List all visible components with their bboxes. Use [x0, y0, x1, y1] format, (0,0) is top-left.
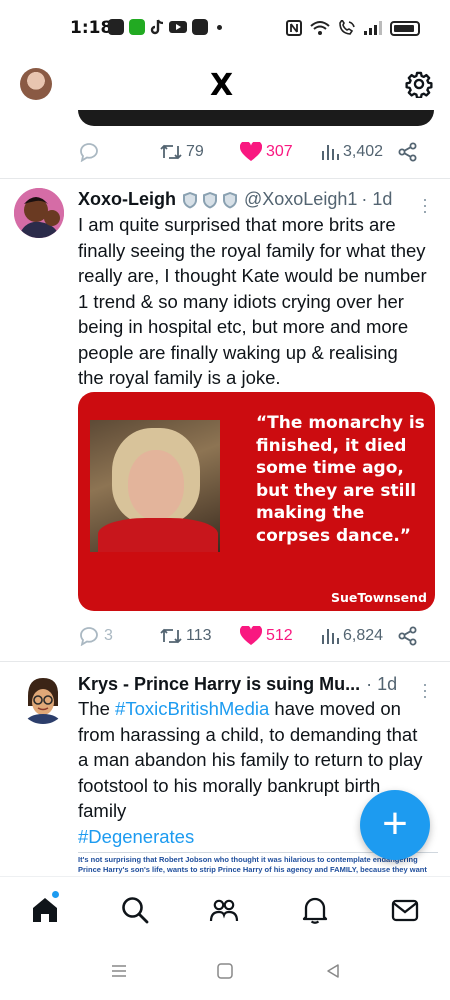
- status-time: 1:18: [70, 18, 113, 38]
- reply-count: 3: [104, 627, 113, 644]
- wifi-call-icon: [339, 20, 355, 35]
- like-button[interactable]: 307: [240, 142, 293, 162]
- shield-icon: [223, 191, 237, 208]
- app-icon: [192, 19, 208, 35]
- handle[interactable]: @XoxoLeigh1: [244, 189, 357, 210]
- status-bar: 1:18: [0, 0, 450, 56]
- search-icon[interactable]: [120, 895, 150, 925]
- views-count: 3,402: [343, 143, 384, 160]
- share-icon: [398, 626, 417, 646]
- tiktok-icon: [150, 19, 164, 35]
- heart-icon: [240, 626, 262, 645]
- avatar-illustration: [14, 188, 64, 238]
- communities-icon[interactable]: [209, 895, 239, 925]
- compose-button[interactable]: +: [360, 790, 430, 860]
- views-count: 6,824: [343, 627, 384, 644]
- system-nav-bar: [0, 942, 450, 1000]
- like-count: 307: [266, 143, 293, 160]
- app-header: X: [0, 56, 450, 114]
- notification-dot: [52, 891, 59, 898]
- heart-icon: [240, 142, 262, 161]
- divider: [0, 178, 450, 179]
- share-button[interactable]: [398, 626, 418, 646]
- youtube-icon: [169, 21, 187, 33]
- tweet-header: Krys - Prince Harry is suing Mu... · 1d: [78, 674, 397, 695]
- display-name[interactable]: Xoxo-Leigh: [78, 189, 176, 210]
- views-icon: [322, 629, 339, 644]
- wifi-icon: [310, 21, 330, 35]
- previous-tweet-media[interactable]: [78, 110, 434, 126]
- tweet-text-part: The: [78, 698, 116, 719]
- avatar[interactable]: [14, 188, 64, 238]
- reply-button[interactable]: 3: [78, 626, 113, 646]
- hashtag-link[interactable]: #ToxicBritishMedia: [115, 698, 269, 719]
- reply-button[interactable]: [78, 142, 104, 162]
- messenger-icon: [108, 19, 124, 35]
- timestamp: · 1d: [366, 674, 398, 694]
- x-logo[interactable]: X: [210, 68, 233, 103]
- views-button[interactable]: 3,402: [321, 143, 383, 161]
- quote-text: “The monarchy is finished, it died some …: [256, 413, 425, 546]
- battery-icon: [390, 20, 420, 36]
- shield-icon: [183, 191, 197, 208]
- tweet-header: Xoxo-Leigh @XoxoLeigh1 · 1d: [78, 189, 392, 210]
- retweet-button[interactable]: 113: [160, 627, 212, 645]
- share-icon: [398, 142, 417, 162]
- profile-avatar[interactable]: [20, 68, 52, 100]
- retweet-button[interactable]: 79: [160, 143, 204, 161]
- reply-icon: [80, 627, 98, 646]
- like-count: 512: [266, 627, 293, 644]
- retweet-count: 113: [186, 627, 212, 644]
- home-button-icon[interactable]: [216, 962, 234, 980]
- messages-icon[interactable]: [390, 895, 420, 925]
- quote-author: SueTownsend: [330, 590, 427, 605]
- system-icons: [286, 20, 420, 36]
- bottom-nav: [0, 876, 450, 942]
- back-icon[interactable]: [324, 962, 342, 980]
- reply-icon: [80, 143, 98, 162]
- shield-icon: [203, 191, 217, 208]
- nfc-icon: [286, 20, 302, 36]
- tweet-media-image[interactable]: “The monarchy is finished, it died some …: [78, 392, 435, 611]
- gear-icon[interactable]: [405, 70, 433, 98]
- avatar[interactable]: [18, 674, 68, 724]
- recent-apps-icon[interactable]: [110, 962, 128, 980]
- retweet-icon: [160, 144, 182, 160]
- wechat-icon: [129, 19, 145, 35]
- display-name[interactable]: Krys - Prince Harry is suing Mu...: [78, 674, 360, 695]
- share-button[interactable]: [398, 142, 418, 162]
- notification-icons: [108, 19, 222, 35]
- divider: [0, 661, 450, 662]
- like-button[interactable]: 512: [240, 626, 293, 646]
- tweet-actions: 79 307 3,402: [78, 140, 428, 164]
- views-button[interactable]: 6,824: [321, 627, 383, 645]
- notifications-icon[interactable]: [300, 895, 330, 925]
- hashtag-link[interactable]: #Degenerates: [78, 826, 194, 847]
- timestamp: · 1d: [361, 189, 393, 209]
- tweet-actions: 3 113 512 6,824: [78, 624, 428, 648]
- portrait-photo: [90, 420, 220, 552]
- avatar-illustration: [24, 678, 62, 724]
- tweet-text: I am quite surprised that more brits are…: [78, 214, 427, 388]
- retweet-icon: [160, 628, 182, 644]
- signal-icon: [364, 21, 382, 35]
- dot-icon: [217, 24, 222, 30]
- retweet-count: 79: [186, 143, 204, 160]
- views-icon: [322, 145, 339, 160]
- home-icon[interactable]: [30, 895, 60, 925]
